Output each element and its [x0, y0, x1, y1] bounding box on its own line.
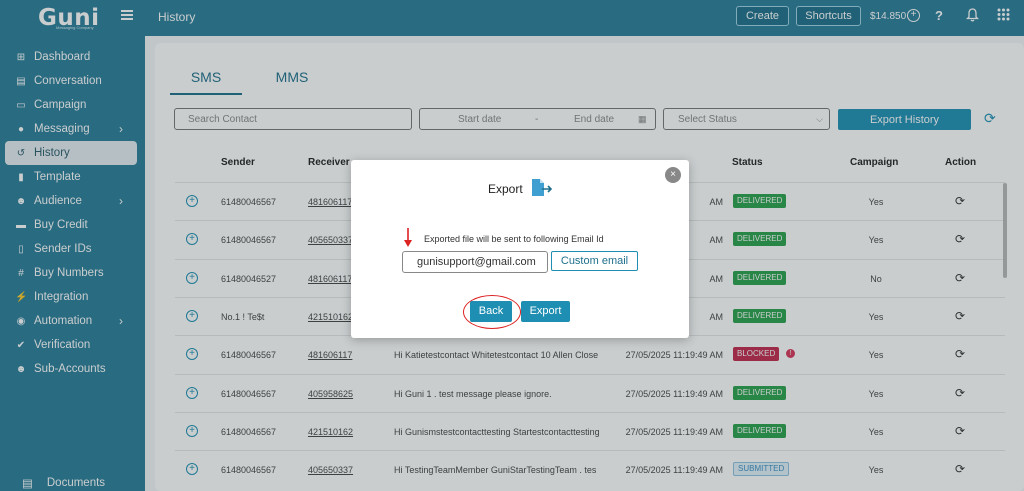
export-button[interactable]: Export	[521, 301, 570, 322]
file-export-icon	[530, 178, 554, 201]
modal-title: Export	[488, 182, 523, 196]
close-icon[interactable]: ×	[665, 167, 681, 183]
custom-email-button[interactable]: Custom email	[551, 251, 638, 271]
red-arrow-annotation	[403, 228, 413, 251]
modal-description: Exported file will be sent to following …	[424, 234, 604, 244]
email-field[interactable]: gunisupport@gmail.com	[402, 251, 548, 273]
back-button[interactable]: Back	[470, 301, 512, 322]
export-modal: × Export Exported file will be sent to f…	[351, 160, 689, 338]
